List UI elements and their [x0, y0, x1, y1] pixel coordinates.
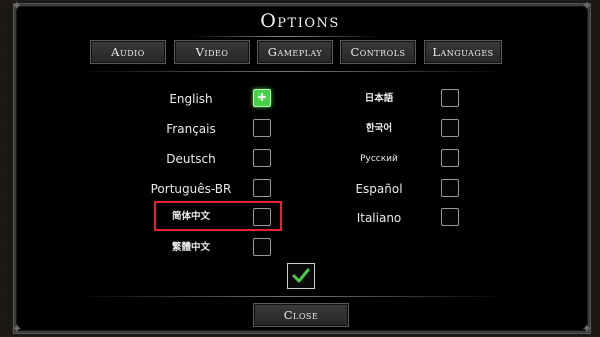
language-label-french: Français [166, 122, 216, 136]
checkbox-portuguese-br[interactable] [253, 179, 271, 197]
tab-gameplay[interactable]: Gameplay [257, 40, 333, 64]
checked-mark-icon: ✚ [257, 91, 267, 104]
language-label-spanish: Español [355, 182, 403, 196]
language-label-portuguese-br: Português-BR [150, 182, 232, 196]
checkbox-traditional-chinese[interactable] [253, 238, 271, 256]
language-label-russian: Русский [360, 154, 398, 164]
tab-video[interactable]: Video [174, 40, 250, 64]
language-label-korean: 한국어 [365, 123, 393, 134]
checkbox-spanish[interactable] [441, 179, 459, 197]
language-label-japanese: 日本語 [364, 93, 394, 104]
checkbox-russian[interactable] [441, 149, 459, 167]
language-label-german: Deutsch [166, 152, 216, 166]
language-label-english: English [169, 92, 213, 106]
options-tabs: Audio Video Gameplay Controls Languages [76, 40, 506, 64]
tab-audio[interactable]: Audio [90, 40, 166, 64]
checkbox-english[interactable]: ✚ [253, 89, 271, 107]
checkbox-french[interactable] [253, 119, 271, 137]
tabs-divider [78, 71, 508, 72]
options-title: Options [260, 10, 340, 32]
language-label-traditional-chinese: 繁體中文 [171, 242, 210, 253]
checkbox-german[interactable] [253, 149, 271, 167]
close-button[interactable]: Close [253, 303, 349, 327]
tab-languages[interactable]: Languages [424, 40, 502, 64]
selection-highlight [154, 201, 282, 231]
confirm-button[interactable] [287, 263, 315, 289]
checkbox-korean[interactable] [441, 119, 459, 137]
bottom-divider [78, 296, 508, 297]
checkmark-icon [292, 268, 310, 283]
language-label-italian: Italiano [356, 211, 402, 225]
checkbox-japanese[interactable] [441, 89, 459, 107]
title-divider [190, 36, 382, 37]
corner-ornament-icon: ✦ [11, 322, 23, 337]
corner-ornament-icon: ✦ [581, 322, 593, 337]
tab-controls[interactable]: Controls [340, 40, 416, 64]
checkbox-italian[interactable] [441, 208, 459, 226]
